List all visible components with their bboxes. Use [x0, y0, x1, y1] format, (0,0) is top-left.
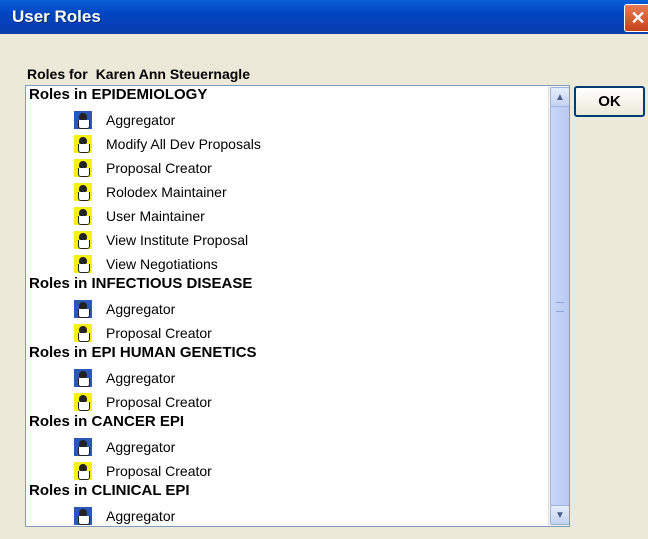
roles-for-label: Roles for [27, 66, 88, 82]
role-list-item[interactable]: Rolodex Maintainer [74, 181, 227, 203]
scroll-thumb[interactable] [550, 106, 569, 506]
user-role-icon [74, 135, 92, 153]
role-label: Proposal Creator [106, 325, 212, 341]
role-group-header: Roles in CLINICAL EPI [29, 482, 190, 499]
role-label: Aggregator [106, 301, 176, 317]
user-role-icon [74, 111, 92, 129]
role-list-item[interactable]: Aggregator [74, 367, 175, 389]
user-role-icon [74, 255, 92, 273]
role-label: Proposal Creator [106, 463, 212, 479]
role-label: Aggregator [106, 370, 176, 386]
role-list-item[interactable]: Aggregator [74, 109, 175, 131]
role-label: Rolodex Maintainer [106, 184, 227, 200]
role-list-item[interactable]: Aggregator [74, 298, 175, 320]
chevron-down-icon: ▼ [555, 509, 565, 521]
scroll-grip [556, 302, 564, 312]
role-label: View Negotiations [106, 256, 218, 272]
role-list-item[interactable]: Aggregator [74, 436, 175, 458]
role-label: Modify All Dev Proposals [106, 136, 261, 152]
title-bar: User Roles ✕ [0, 0, 648, 34]
user-role-icon [74, 324, 92, 342]
user-role-icon [74, 207, 92, 225]
user-role-icon [74, 369, 92, 387]
role-list-item[interactable]: Proposal Creator [74, 322, 212, 344]
chevron-up-icon: ▲ [555, 91, 565, 103]
user-roles-dialog: User Roles ✕ Roles for Karen Ann Steuerna… [0, 0, 648, 539]
role-list-item[interactable]: View Negotiations [74, 253, 218, 275]
user-name: Karen Ann Steuernagle [95, 66, 250, 82]
roles-list[interactable]: Roles in EPIDEMIOLOGY Aggregator Modify Al… [25, 85, 570, 527]
role-group-header: Roles in INFECTIOUS DISEASE [29, 275, 253, 292]
role-group-header: Roles in EPI HUMAN GENETICS [29, 344, 257, 361]
user-role-icon [74, 300, 92, 318]
roles-for-header: Roles for Karen Ann Steuernagle [27, 66, 250, 82]
role-list-item[interactable]: Aggregator [74, 505, 176, 526]
scroll-up-button[interactable]: ▲ [550, 87, 569, 107]
close-icon: ✕ [630, 7, 646, 28]
role-label: Proposal Creator [106, 160, 212, 176]
role-label: Aggregator [106, 508, 176, 524]
role-label: Aggregator [106, 112, 176, 128]
role-group-header: Roles in EPIDEMIOLOGY [29, 86, 208, 103]
user-role-icon [74, 231, 92, 249]
ok-button[interactable]: OK [574, 86, 645, 117]
role-list-item[interactable]: Proposal Creator [74, 460, 212, 482]
scroll-down-button[interactable]: ▼ [550, 505, 569, 525]
close-button[interactable]: ✕ [624, 4, 648, 32]
user-role-icon [74, 159, 92, 177]
user-role-icon [74, 183, 92, 201]
user-role-icon [74, 438, 92, 456]
user-role-icon [74, 462, 92, 480]
user-role-icon [74, 393, 92, 411]
role-list-item[interactable]: User Maintainer [74, 205, 205, 227]
role-label: View Institute Proposal [106, 232, 249, 248]
role-list-item[interactable]: Modify All Dev Proposals [74, 133, 261, 155]
user-role-icon [74, 507, 92, 525]
vertical-scrollbar[interactable]: ▲ ▼ [548, 86, 569, 526]
role-label: Aggregator [106, 439, 176, 455]
role-list-item[interactable]: Proposal Creator [74, 391, 212, 413]
role-list-item[interactable]: Proposal Creator [74, 157, 212, 179]
role-group-header: Roles in CANCER EPI [29, 413, 185, 430]
role-label: User Maintainer [106, 208, 205, 224]
window-title: User Roles [12, 7, 101, 26]
role-list-item[interactable]: View Institute Proposal [74, 229, 248, 251]
role-label: Proposal Creator [106, 394, 212, 410]
